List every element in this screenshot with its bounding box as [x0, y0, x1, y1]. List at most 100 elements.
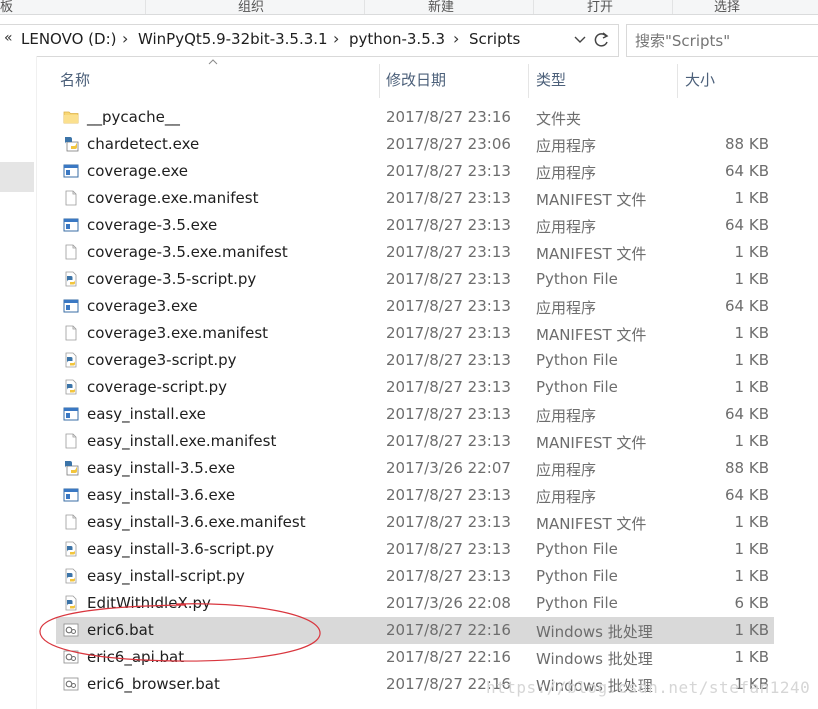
nav-selected-item[interactable]	[0, 162, 34, 192]
file-size: 1 KB	[734, 540, 769, 558]
file-row[interactable]: coverage.exe.manifest 2017/8/27 23:13 MANI…	[56, 185, 774, 212]
file-size: 64 KB	[725, 216, 769, 234]
file-row[interactable]: coverage3.exe 2017/8/27 23:13 应用程序 64 KB	[56, 293, 774, 320]
file-type: Python File	[536, 594, 618, 612]
file-date: 2017/8/27 23:13	[386, 162, 511, 180]
file-name: eric6.bat	[87, 621, 154, 639]
file-row[interactable]: chardetect.exe 2017/8/27 23:06 应用程序 88 KB	[56, 131, 774, 158]
file-row[interactable]: easy_install-script.py 2017/8/27 23:13 Pyt…	[56, 563, 774, 590]
bat-icon	[63, 649, 79, 665]
file-row[interactable]: easy_install-3.5.exe 2017/3/26 22:07 应用程序 8…	[56, 455, 774, 482]
column-header-type[interactable]: 类型	[529, 64, 675, 94]
file-name: easy_install-script.py	[87, 567, 245, 585]
file-date: 2017/8/27 23:13	[386, 351, 511, 369]
file-row[interactable]: coverage3-script.py 2017/8/27 23:13 Python…	[56, 347, 774, 374]
refresh-icon[interactable]	[593, 29, 615, 51]
navigation-pane	[0, 56, 37, 709]
file-date: 2017/8/27 22:16	[386, 648, 511, 666]
column-header-size[interactable]: 大小	[678, 64, 798, 94]
file-row[interactable]: __pycache__ 2017/8/27 23:16 文件夹	[56, 104, 774, 131]
breadcrumb-separator-icon[interactable]: ›	[453, 29, 459, 48]
overflow-chevron-icon[interactable]: «	[4, 30, 13, 46]
file-name: easy_install-3.6-script.py	[87, 540, 275, 558]
file-row[interactable]: EditWithIdleX.py 2017/3/26 22:08 Python Fi…	[56, 590, 774, 617]
file-row[interactable]: coverage-script.py 2017/8/27 23:13 Python …	[56, 374, 774, 401]
file-size: 1 KB	[734, 270, 769, 288]
file-size: 6 KB	[734, 594, 769, 612]
file-type: 应用程序	[536, 299, 597, 317]
file-name: coverage-3.5.exe	[87, 216, 218, 234]
python-icon	[63, 541, 79, 557]
folder-icon	[63, 109, 79, 125]
file-row[interactable]: coverage3.exe.manifest 2017/8/27 23:13 MAN…	[56, 320, 774, 347]
bat-icon	[63, 676, 79, 692]
file-type: Python File	[536, 351, 618, 369]
file-size: 1 KB	[734, 621, 769, 639]
watermark: https://blog.csdn.net/stefan1240	[486, 678, 811, 697]
file-name: eric6_browser.bat	[87, 675, 220, 693]
file-name: chardetect.exe	[87, 135, 200, 153]
column-header-date-label: 修改日期	[386, 71, 447, 89]
file-date: 2017/8/27 23:13	[386, 378, 511, 396]
pane-divider	[36, 56, 37, 709]
file-size: 1 KB	[734, 513, 769, 531]
file-name: easy_install-3.6.exe	[87, 486, 236, 504]
address-bar[interactable]: « LENOVO (D:) › WinPyQt5.9-32bit-3.5.3.1…	[0, 24, 619, 57]
ribbon-separator	[672, 0, 673, 14]
breadcrumb-separator-icon[interactable]: ›	[122, 29, 128, 48]
python-icon	[63, 595, 79, 611]
file-type: Python File	[536, 567, 618, 585]
ribbon-group-organize: 组织	[238, 0, 265, 15]
file-row[interactable]: easy_install-3.6.exe.manifest 2017/8/27 2…	[56, 509, 774, 536]
search-box[interactable]	[626, 24, 818, 57]
file-row[interactable]: coverage-3.5-script.py 2017/8/27 23:13 Pyt…	[56, 266, 774, 293]
file-date: 2017/8/27 23:13	[386, 189, 511, 207]
column-header-name[interactable]: 名称	[56, 64, 376, 94]
column-header-name-label: 名称	[60, 71, 91, 89]
file-type: 应用程序	[536, 218, 597, 236]
file-size: 1 KB	[734, 567, 769, 585]
history-dropdown-icon[interactable]	[573, 29, 591, 51]
ribbon-separator	[364, 0, 365, 14]
breadcrumb-scripts[interactable]: Scripts	[469, 30, 520, 48]
file-size: 64 KB	[725, 297, 769, 315]
breadcrumb-drive[interactable]: LENOVO (D:)	[21, 30, 116, 48]
file-row[interactable]: easy_install-3.6-script.py 2017/8/27 23:1…	[56, 536, 774, 563]
column-header-date[interactable]: 修改日期	[380, 64, 526, 94]
file-name: coverage-script.py	[87, 378, 228, 396]
breadcrumb-winpyqt[interactable]: WinPyQt5.9-32bit-3.5.3.1	[138, 30, 328, 48]
file-date: 2017/8/27 23:13	[386, 540, 511, 558]
file-size: 64 KB	[725, 486, 769, 504]
file-icon	[63, 244, 79, 260]
file-date: 2017/3/26 22:08	[386, 594, 511, 612]
file-size: 1 KB	[734, 189, 769, 207]
file-row[interactable]: coverage-3.5.exe.manifest 2017/8/27 23:13…	[56, 239, 774, 266]
file-name: EditWithIdleX.py	[87, 594, 211, 612]
file-row[interactable]: eric6_api.bat 2017/8/27 22:16 Windows 批处理 1…	[56, 644, 774, 671]
file-type: 应用程序	[536, 164, 597, 182]
ribbon-separator	[145, 0, 146, 14]
breadcrumb-separator-icon[interactable]: ›	[333, 29, 339, 48]
python-exe-icon	[63, 136, 79, 152]
file-row[interactable]: easy_install-3.6.exe 2017/8/27 23:13 应用程序 6…	[56, 482, 774, 509]
file-type: MANIFEST 文件	[536, 326, 647, 344]
file-type: 应用程序	[536, 461, 597, 479]
file-type: 应用程序	[536, 137, 597, 155]
file-date: 2017/8/27 23:13	[386, 486, 511, 504]
search-input[interactable]	[633, 29, 817, 53]
ribbon: 板 组织 新建 打开 选择	[0, 0, 818, 15]
ribbon-group-new: 新建	[428, 0, 455, 15]
file-date: 2017/8/27 23:13	[386, 270, 511, 288]
file-row[interactable]: easy_install.exe.manifest 2017/8/27 23:13…	[56, 428, 774, 455]
file-size: 1 KB	[734, 648, 769, 666]
breadcrumb-python[interactable]: python-3.5.3	[349, 30, 445, 48]
file-row[interactable]: coverage-3.5.exe 2017/8/27 23:13 应用程序 64 KB	[56, 212, 774, 239]
file-name: coverage3-script.py	[87, 351, 237, 369]
column-header-type-label: 类型	[536, 71, 567, 89]
file-type: MANIFEST 文件	[536, 434, 647, 452]
file-row[interactable]: easy_install.exe 2017/8/27 23:13 应用程序 64 KB	[56, 401, 774, 428]
file-name: coverage.exe	[87, 162, 189, 180]
file-row[interactable]: eric6.bat 2017/8/27 22:16 Windows 批处理 1 KB	[56, 617, 774, 644]
file-date: 2017/8/27 22:16	[386, 621, 511, 639]
file-row[interactable]: coverage.exe 2017/8/27 23:13 应用程序 64 KB	[56, 158, 774, 185]
